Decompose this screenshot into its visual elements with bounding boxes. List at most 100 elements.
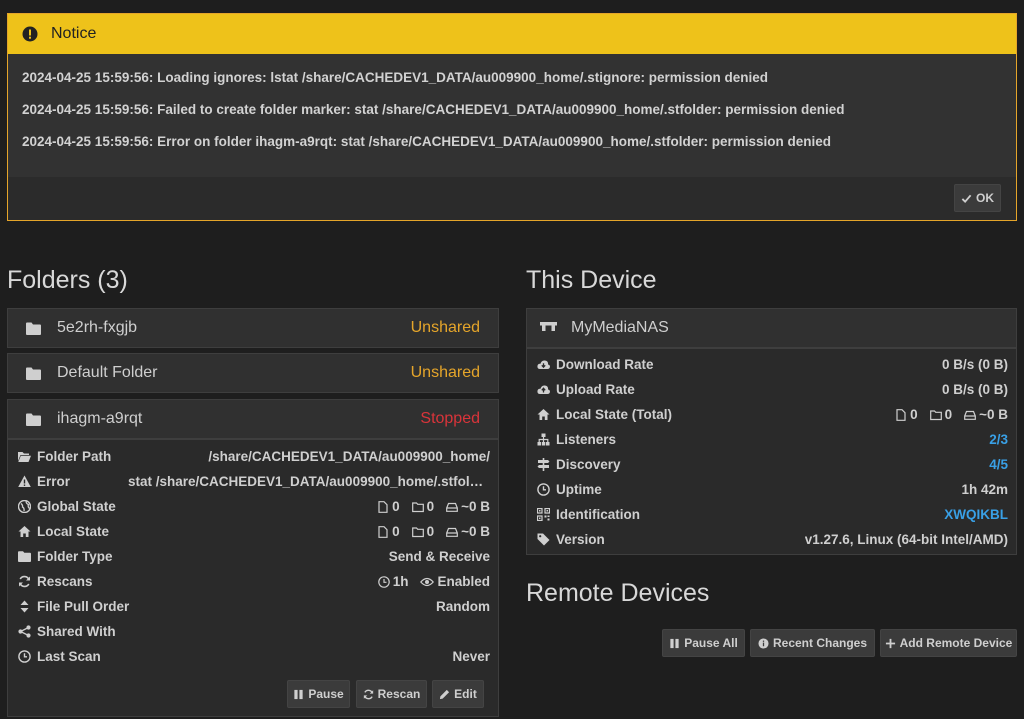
device-header[interactable]: MyMediaNAS bbox=[526, 308, 1017, 348]
exclamation-circle-icon bbox=[22, 26, 38, 42]
info-circle-icon bbox=[758, 637, 769, 649]
local-state-row: Local State 0 0 ~0 B bbox=[8, 519, 498, 544]
pause-all-button[interactable]: Pause All bbox=[662, 629, 745, 657]
uptime-label: Uptime bbox=[556, 482, 602, 497]
notice-body: 2024-04-25 15:59:56: Loading ignores: ls… bbox=[8, 54, 1016, 177]
hdd-icon bbox=[446, 502, 458, 512]
folder-header[interactable]: ihagm-a9rqt Stopped bbox=[7, 399, 499, 439]
ok-label: OK bbox=[976, 191, 994, 205]
folder-icon bbox=[26, 322, 41, 335]
download-rate-row: Download Rate 0 B/s (0 B) bbox=[527, 352, 1016, 377]
add-remote-device-button[interactable]: Add Remote Device bbox=[880, 629, 1017, 657]
refresh-icon bbox=[19, 575, 30, 588]
device-local-dirs: 0 bbox=[944, 407, 953, 422]
folder-path-value: /share/CACHEDEV1_DATA/au009900_home/ bbox=[208, 449, 490, 464]
discovery-link[interactable]: 4/5 bbox=[989, 457, 1008, 472]
pull-order-label: File Pull Order bbox=[37, 599, 130, 614]
discovery-row: Discovery 4/5 bbox=[527, 452, 1016, 477]
folder-path-label: Folder Path bbox=[37, 449, 112, 464]
folder-name: ihagm-a9rqt bbox=[57, 410, 143, 427]
plus-icon bbox=[885, 638, 895, 648]
uptime-row: Uptime 1h 42m bbox=[527, 477, 1016, 502]
folder-details: Folder Path /share/CACHEDEV1_DATA/au0099… bbox=[7, 439, 499, 717]
hdd-icon bbox=[964, 410, 976, 420]
global-state-label: Global State bbox=[37, 499, 116, 514]
local-files: 0 bbox=[392, 524, 400, 539]
qrcode-icon bbox=[537, 508, 550, 521]
globe-icon bbox=[18, 500, 31, 513]
error-label: Error bbox=[37, 474, 71, 489]
notice-footer: OK bbox=[8, 177, 1016, 220]
local-dirs: 0 bbox=[426, 524, 435, 539]
refresh-icon bbox=[363, 689, 373, 699]
folder-header[interactable]: 5e2rh-fxgjb Unshared bbox=[7, 308, 499, 348]
home-icon bbox=[537, 409, 550, 420]
folder-type-row: Folder Type Send & Receive bbox=[8, 544, 498, 569]
device-name: MyMediaNAS bbox=[571, 319, 669, 336]
rescan-folder-button[interactable]: Rescan bbox=[356, 680, 427, 708]
rescans-label: Rescans bbox=[37, 574, 93, 589]
listeners-link[interactable]: 2/3 bbox=[989, 432, 1008, 447]
global-state-row: Global State 0 0 ~0 B bbox=[8, 494, 498, 519]
notice-header: Notice bbox=[8, 14, 1016, 54]
folder-icon bbox=[26, 413, 41, 426]
cloud-upload-icon bbox=[537, 385, 550, 394]
last-scan-row: Last Scan Never bbox=[8, 644, 498, 669]
notice-message: 2024-04-25 15:59:56: Error on folder iha… bbox=[22, 134, 832, 149]
folder-outline-icon bbox=[411, 501, 424, 512]
upload-rate-label: Upload Rate bbox=[556, 382, 635, 397]
folder-header[interactable]: Default Folder Unshared bbox=[7, 353, 499, 393]
local-size: ~0 B bbox=[461, 524, 490, 539]
folder-status: Unshared bbox=[410, 319, 480, 336]
ok-button[interactable]: OK bbox=[954, 184, 1001, 212]
pause-icon bbox=[294, 689, 303, 699]
device-local-files: 0 bbox=[910, 407, 918, 422]
upload-rate-value: 0 B/s (0 B) bbox=[941, 382, 1008, 397]
download-rate-label: Download Rate bbox=[556, 357, 654, 372]
global-state-value: 0 0 ~0 B bbox=[377, 499, 490, 514]
folder-name: 5e2rh-fxgjb bbox=[57, 319, 138, 336]
pause-folder-button[interactable]: Pause bbox=[287, 680, 350, 708]
identicon-icon bbox=[540, 322, 557, 331]
rescan-interval: 1h bbox=[392, 574, 409, 589]
identification-label: Identification bbox=[556, 507, 640, 522]
folder-open-icon bbox=[18, 452, 31, 462]
local-state-value: 0 0 ~0 B bbox=[377, 524, 490, 539]
folder-name: Default Folder bbox=[57, 364, 158, 381]
pause-icon bbox=[670, 638, 679, 648]
rescans-value: 1h Enabled bbox=[377, 574, 490, 589]
notice-message: 2024-04-25 15:59:56: Failed to create fo… bbox=[22, 102, 845, 117]
recent-changes-button[interactable]: Recent Changes bbox=[750, 629, 875, 657]
local-state-label: Local State bbox=[37, 524, 110, 539]
share-icon bbox=[18, 625, 31, 638]
global-size: ~0 B bbox=[461, 499, 490, 514]
listeners-label: Listeners bbox=[556, 432, 617, 447]
pause-label: Pause bbox=[308, 687, 344, 701]
last-scan-value: Never bbox=[452, 649, 490, 664]
clock-icon bbox=[18, 650, 31, 663]
sitemap-icon bbox=[537, 433, 550, 446]
edit-label: Edit bbox=[454, 687, 477, 701]
uptime-value: 1h 42m bbox=[961, 482, 1008, 497]
device-local-state-value: 0 0 ~0 B bbox=[895, 407, 1008, 422]
edit-folder-button[interactable]: Edit bbox=[432, 680, 484, 708]
warning-icon bbox=[18, 475, 31, 487]
hdd-icon bbox=[446, 527, 458, 537]
folder-icon bbox=[26, 367, 41, 380]
upload-rate-row: Upload Rate 0 B/s (0 B) bbox=[527, 377, 1016, 402]
identification-link[interactable]: XWQIKBL bbox=[944, 507, 1008, 522]
folder-outline-icon bbox=[929, 409, 942, 420]
version-value: v1.27.6, Linux (64-bit Intel/AMD) bbox=[804, 532, 1008, 547]
version-row: Version v1.27.6, Linux (64-bit Intel/AMD… bbox=[527, 527, 1016, 552]
notice-title: Notice bbox=[51, 25, 97, 42]
global-files: 0 bbox=[392, 499, 400, 514]
eye-icon bbox=[420, 577, 435, 586]
device-details: Download Rate 0 B/s (0 B) Upload Rate 0 … bbox=[526, 348, 1017, 555]
global-dirs: 0 bbox=[426, 499, 435, 514]
clock-icon bbox=[537, 483, 550, 496]
folders-heading: Folders (3) bbox=[7, 266, 128, 294]
identification-row: Identification XWQIKBL bbox=[527, 502, 1016, 527]
listeners-row: Listeners 2/3 bbox=[527, 427, 1016, 452]
shared-with-row: Shared With bbox=[8, 619, 498, 644]
folder-path-row: Folder Path /share/CACHEDEV1_DATA/au0099… bbox=[8, 444, 498, 469]
